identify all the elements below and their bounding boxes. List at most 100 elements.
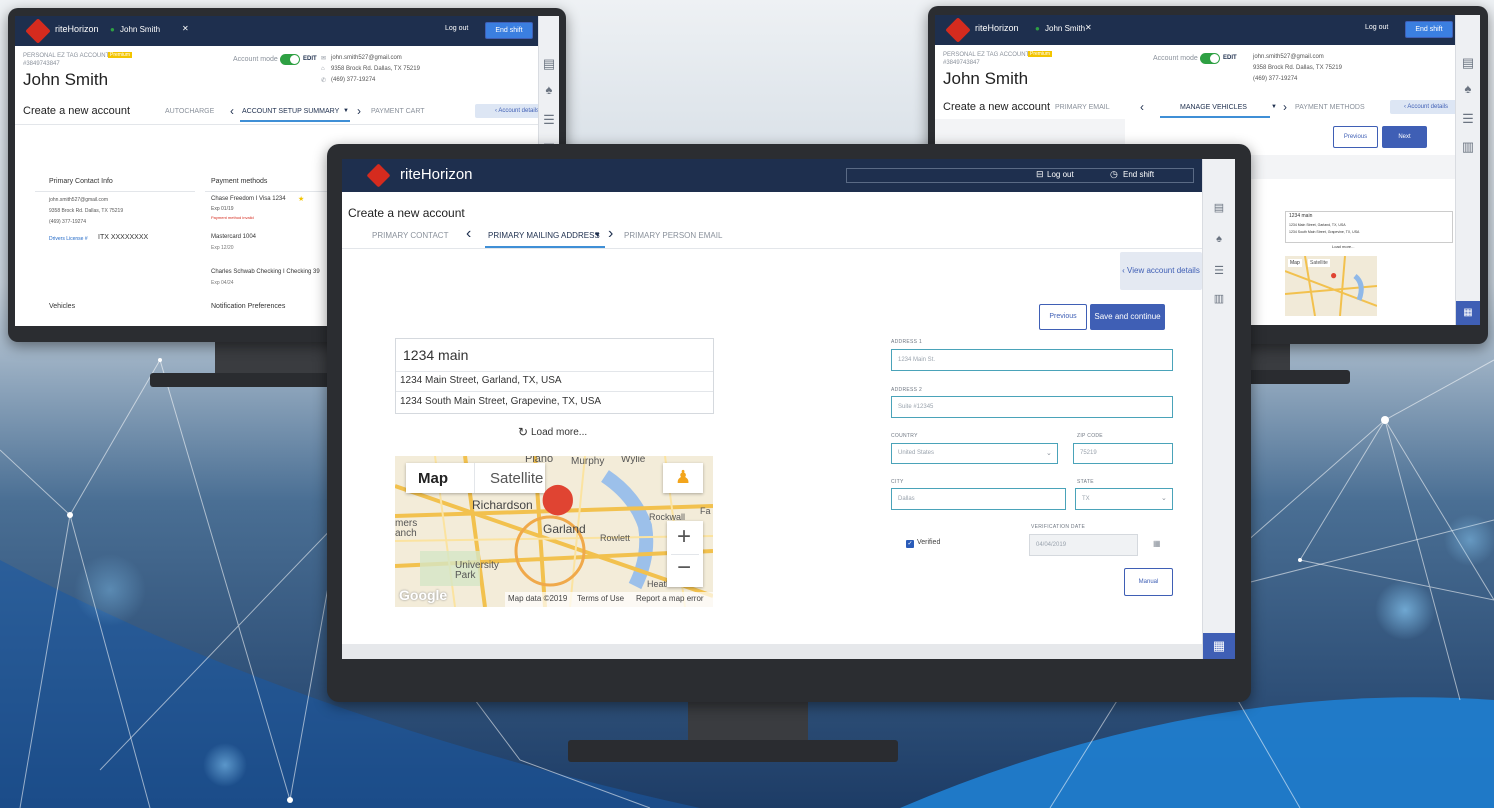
step-next[interactable]: PAYMENT CART [371,108,425,115]
step-prev[interactable]: PRIMARY CONTACT [372,231,448,240]
step-next[interactable]: PAYMENT METHODS [1295,104,1365,111]
close-tab-icon[interactable]: ✕ [182,24,189,33]
report-map-error-link[interactable]: Report a map error [636,594,704,603]
payment-method-1[interactable]: Chase Freedom I Visa 1234 [211,196,286,202]
chevron-down-icon: ⌄ [1161,495,1167,502]
map[interactable]: Plano Murphy Wylie Richardson Garland Ro… [395,456,713,607]
list-icon[interactable]: ☰ [1203,264,1235,277]
drivers-license-label[interactable]: Drivers License # [49,236,88,242]
logout-link[interactable]: Log out [445,25,468,32]
calendar-icon[interactable]: ▦ [1153,539,1161,548]
verified-checkbox[interactable]: ✓ [906,540,914,548]
step-next-chevron-icon[interactable]: › [608,225,613,243]
keypad-icon[interactable]: ▦ [1456,301,1480,325]
list-icon[interactable]: ☰ [539,112,559,128]
state-select[interactable]: TX [1075,488,1173,510]
end-shift-button[interactable]: End shift [485,22,533,39]
zip-input[interactable]: 75219 [1073,443,1173,464]
step-next-chevron-icon[interactable]: › [357,104,361,118]
step-dropdown-icon[interactable]: ▼ [343,108,349,114]
end-shift-button[interactable]: End shift [1405,21,1453,38]
map-tab[interactable]: Map [418,470,448,487]
chat-icon[interactable]: ▤ [1456,55,1480,71]
logo-mark-icon [945,17,971,43]
street-view-button[interactable]: ♟ [663,463,703,493]
country-select[interactable]: United States [891,443,1058,464]
main-topbar: riteHorizon ⊟ Log out ◷ End shift ≡ [342,159,1235,192]
step-prev[interactable]: AUTOCHARGE [165,108,214,115]
satellite-tab[interactable]: Satellite [1308,259,1330,267]
load-more-link[interactable]: Load more... [1332,244,1354,249]
step-prev[interactable]: PRIMARY EMAIL [1055,104,1110,111]
close-tab-icon[interactable]: ✕ [1085,23,1092,32]
step-prev-chevron-icon[interactable]: ‹ [466,225,471,243]
address-suggestions: 1234 main 1234 Main Street, Garland, TX,… [1285,211,1453,243]
satellite-tab[interactable]: Satellite [490,470,543,487]
payment-method-3[interactable]: Charles Schwab Checking I Checking 39 [211,269,320,275]
google-logo: Google [399,587,448,603]
step-dropdown-icon[interactable]: ▼ [1271,104,1277,110]
bell-icon[interactable]: ♠ [1456,81,1480,96]
account-mode-toggle[interactable] [1200,53,1220,64]
step-current[interactable]: MANAGE VEHICLES [1180,104,1247,111]
active-dot-icon: ● [1035,24,1040,33]
zoom-out-button[interactable]: − [677,554,691,582]
bell-icon[interactable]: ♠ [1203,233,1235,245]
payment-heading: Payment methods [211,178,268,185]
clipboard-icon[interactable]: ▥ [1203,292,1235,305]
account-details-button[interactable]: ‹ Account details [1390,100,1462,114]
step-current[interactable]: PRIMARY MAILING ADDRESS [488,231,600,240]
search-value[interactable]: 1234 main [1289,213,1312,219]
address-search-input[interactable]: 1234 main [403,347,468,363]
city-input[interactable]: Dallas [891,488,1066,510]
step-dropdown-icon[interactable]: ▼ [594,232,601,239]
step-current[interactable]: ACCOUNT SETUP SUMMARY [242,108,339,115]
vehicles-heading: Vehicles [49,303,76,310]
end-shift-link[interactable]: End shift [1123,170,1154,179]
mini-map[interactable]: Map Satellite ● [1285,256,1377,316]
save-continue-button[interactable]: Save and continue [1090,304,1165,330]
divider [474,463,475,493]
logout-icon[interactable]: ⊟ [1036,169,1044,180]
address2-input[interactable]: Suite #12345 [891,396,1173,418]
suggestion-2[interactable]: 1234 South Main Street, Grapevine, TX, U… [1289,230,1359,234]
address1-input[interactable]: 1234 Main St. [891,349,1173,371]
suggestion-2[interactable]: 1234 South Main Street, Grapevine, TX, U… [400,396,601,407]
keypad-icon[interactable]: ▦ [1203,633,1235,659]
tab-user[interactable]: John Smith [1045,24,1085,33]
header-email: john.smith527@gmail.com [331,55,402,61]
main-monitor-neck [688,695,808,745]
terms-link[interactable]: Terms of Use [577,594,624,603]
suggestion-1[interactable]: 1234 Main Street, Garland, TX, USA [1289,223,1346,227]
next-button[interactable]: Next [1382,126,1427,148]
clipboard-icon[interactable]: ▥ [1456,139,1480,155]
tab-user[interactable]: John Smith [120,25,160,34]
map-label-murphy: Murphy [571,456,605,467]
step-next[interactable]: PRIMARY PERSON EMAIL [624,231,722,240]
map-label-rowlett: Rowlett [600,533,631,543]
step-prev-chevron-icon[interactable]: ‹ [1140,100,1144,114]
logout-link[interactable]: Log out [1365,24,1388,31]
step-underline [240,120,350,122]
logout-link[interactable]: Log out [1047,170,1074,179]
verification-date-input[interactable]: 04/04/2019 [1029,534,1138,556]
account-mode-toggle[interactable] [280,54,300,65]
step-next-chevron-icon[interactable]: › [1283,100,1287,114]
map-tab[interactable]: Map [1288,259,1302,267]
list-icon[interactable]: ☰ [1456,111,1480,127]
suggestion-1[interactable]: 1234 Main Street, Garland, TX, USA [400,375,562,386]
previous-button[interactable]: Previous [1039,304,1087,330]
reload-icon: ↻ [518,425,529,439]
divider [35,191,195,192]
zoom-in-button[interactable]: + [677,523,691,551]
customer-name: John Smith [943,69,1029,88]
payment-method-2[interactable]: Mastercard 1004 [211,234,256,240]
bell-icon[interactable]: ♠ [539,82,559,97]
manual-button[interactable]: Manual [1124,568,1173,596]
step-prev-chevron-icon[interactable]: ‹ [230,104,234,118]
load-more-link[interactable]: Load more... [531,427,587,438]
chat-icon[interactable]: ▤ [539,56,559,72]
chat-icon[interactable]: ▤ [1203,201,1235,214]
view-account-details-button[interactable]: ‹ View account details [1120,252,1202,290]
previous-button[interactable]: Previous [1333,126,1378,148]
